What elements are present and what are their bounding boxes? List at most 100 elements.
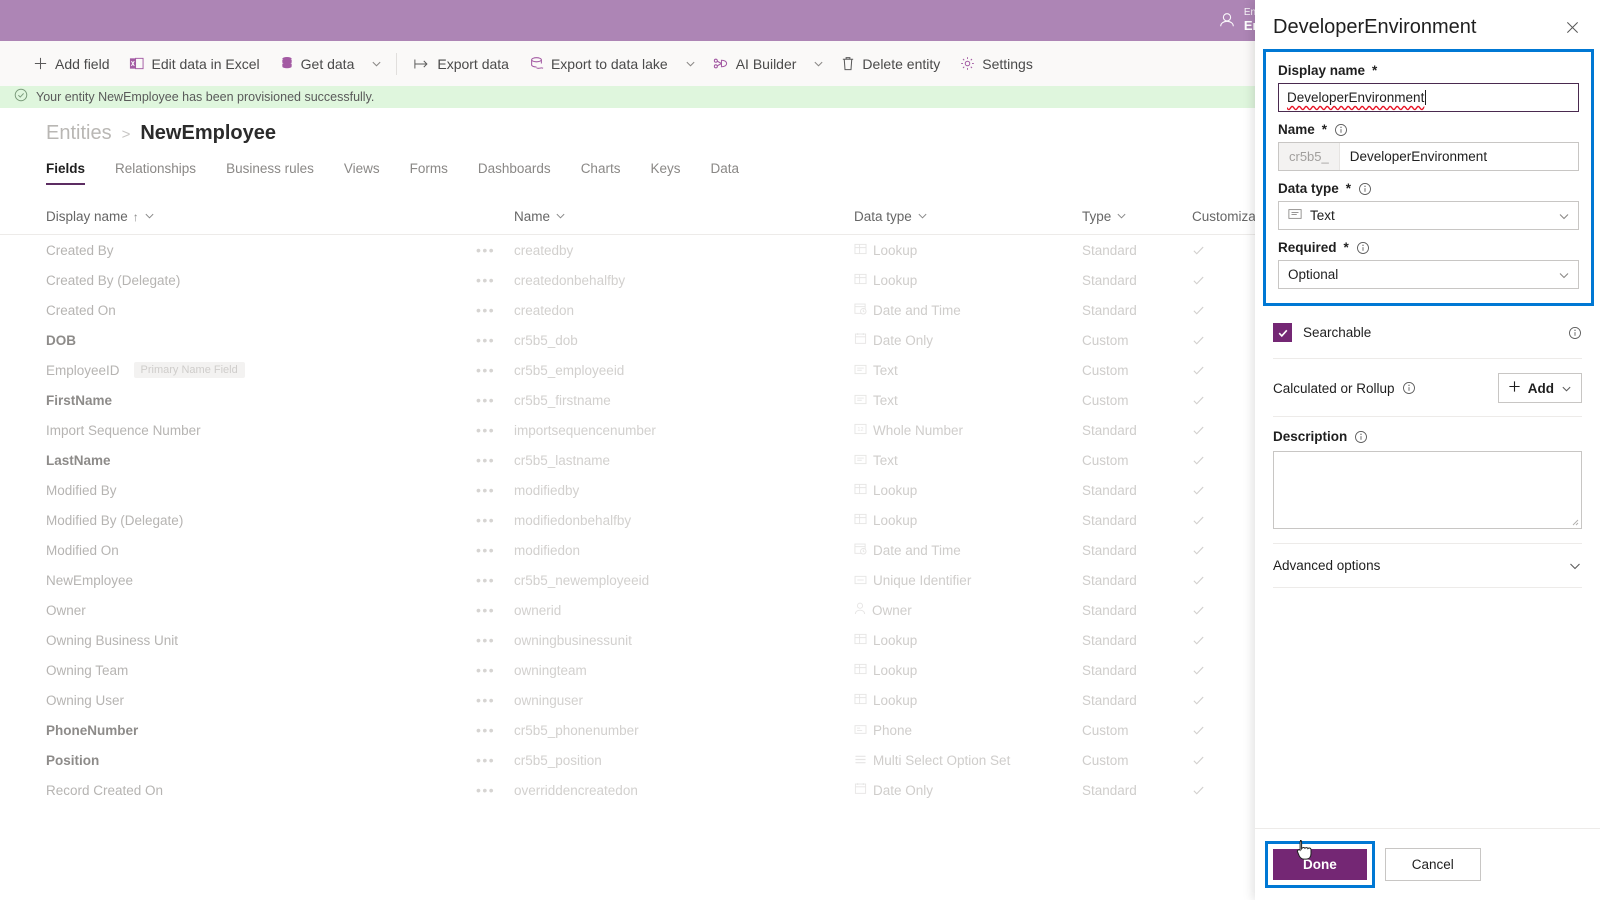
tab-views[interactable]: Views bbox=[344, 161, 380, 185]
row-more-options-icon[interactable]: ••• bbox=[476, 302, 514, 318]
cell-type: Custom bbox=[1082, 453, 1192, 468]
tab-business-rules[interactable]: Business rules bbox=[226, 161, 314, 185]
data-type-info-icon[interactable] bbox=[1358, 182, 1372, 196]
description-label: Description bbox=[1273, 429, 1582, 444]
get-data-label: Get data bbox=[301, 56, 355, 72]
primary-field-settings-group: Display name * DeveloperEnvironment Name… bbox=[1263, 49, 1594, 306]
name-chevron-down-icon[interactable] bbox=[555, 209, 566, 224]
cell-data-type-text: Lookup bbox=[873, 663, 917, 678]
cell-data-type: Lookup bbox=[854, 273, 1082, 288]
column-header-display-name[interactable]: Display name ↑ bbox=[46, 209, 476, 224]
data-type-chevron-down-icon[interactable] bbox=[1558, 210, 1570, 222]
resize-grip-icon[interactable] bbox=[1569, 516, 1579, 526]
settings-button[interactable]: Settings bbox=[951, 50, 1042, 78]
delete-entity-button[interactable]: Delete entity bbox=[832, 50, 949, 78]
ai-builder-chevron-down-icon[interactable] bbox=[807, 52, 830, 75]
data-type-chevron-down-icon[interactable] bbox=[917, 209, 928, 224]
row-more-options-icon[interactable]: ••• bbox=[476, 572, 514, 588]
check-icon bbox=[1192, 394, 1205, 407]
name-info-icon[interactable] bbox=[1334, 123, 1348, 137]
cell-type: Standard bbox=[1082, 573, 1192, 588]
tab-charts[interactable]: Charts bbox=[581, 161, 621, 185]
tab-data[interactable]: Data bbox=[710, 161, 739, 185]
export-to-data-lake-button[interactable]: Export to data lake bbox=[520, 50, 677, 78]
edit-data-in-excel-button[interactable]: Edit data in Excel bbox=[120, 50, 268, 78]
done-button[interactable]: Done bbox=[1273, 849, 1367, 880]
cell-data-type: Date Only bbox=[854, 332, 1082, 348]
row-more-options-icon[interactable]: ••• bbox=[476, 782, 514, 798]
row-more-options-icon[interactable]: ••• bbox=[476, 242, 514, 258]
cell-data-type: Lookup bbox=[854, 513, 1082, 528]
calculated-or-rollup-info-icon[interactable] bbox=[1402, 381, 1416, 395]
ai-builder-button[interactable]: AI Builder bbox=[704, 50, 806, 78]
column-header-type[interactable]: Type bbox=[1082, 209, 1192, 224]
row-more-options-icon[interactable]: ••• bbox=[476, 542, 514, 558]
close-icon[interactable] bbox=[1561, 16, 1584, 39]
date-only-icon bbox=[854, 332, 867, 348]
required-chevron-down-icon[interactable] bbox=[1558, 269, 1570, 281]
success-banner-text: Your entity NewEmployee has been provisi… bbox=[36, 90, 374, 104]
cell-name: modifiedon bbox=[514, 543, 854, 558]
row-more-options-icon[interactable]: ••• bbox=[476, 452, 514, 468]
advanced-options-label: Advanced options bbox=[1273, 558, 1380, 573]
tab-fields[interactable]: Fields bbox=[46, 161, 85, 185]
required-value: Optional bbox=[1288, 267, 1338, 282]
advanced-options-chevron-down-icon[interactable] bbox=[1568, 559, 1582, 573]
row-more-options-icon[interactable]: ••• bbox=[476, 512, 514, 528]
cell-display-name-text: Created On bbox=[46, 303, 116, 318]
searchable-info-icon[interactable] bbox=[1568, 326, 1582, 340]
description-textarea[interactable] bbox=[1273, 451, 1582, 529]
text-icon bbox=[854, 393, 867, 408]
breadcrumb-entities-link[interactable]: Entities bbox=[46, 122, 112, 145]
description-info-icon[interactable] bbox=[1354, 430, 1368, 444]
column-header-data-type[interactable]: Data type bbox=[854, 209, 1082, 224]
row-more-options-icon[interactable]: ••• bbox=[476, 362, 514, 378]
cancel-button[interactable]: Cancel bbox=[1385, 848, 1481, 881]
row-more-options-icon[interactable]: ••• bbox=[476, 272, 514, 288]
cell-data-type-text: Lookup bbox=[873, 243, 917, 258]
display-name-input[interactable]: DeveloperEnvironment bbox=[1278, 83, 1579, 112]
cell-data-type: Unique Identifier bbox=[854, 573, 1082, 588]
required-dropdown[interactable]: Optional bbox=[1278, 260, 1579, 289]
edit-data-in-excel-label: Edit data in Excel bbox=[151, 56, 259, 72]
required-label-text: Required bbox=[1278, 240, 1337, 255]
add-field-button[interactable]: Add field bbox=[24, 50, 118, 78]
row-more-options-icon[interactable]: ••• bbox=[476, 602, 514, 618]
cell-name: ownerid bbox=[514, 603, 854, 618]
required-info-icon[interactable] bbox=[1356, 241, 1370, 255]
tab-dashboards[interactable]: Dashboards bbox=[478, 161, 551, 185]
data-type-dropdown[interactable]: Text bbox=[1278, 201, 1579, 230]
add-calculated-rollup-button[interactable]: Add bbox=[1498, 373, 1582, 403]
tab-forms[interactable]: Forms bbox=[410, 161, 448, 185]
export-data-lake-chevron-down-icon[interactable] bbox=[679, 52, 702, 75]
row-more-options-icon[interactable]: ••• bbox=[476, 422, 514, 438]
divider-4 bbox=[1273, 587, 1582, 588]
cell-type: Custom bbox=[1082, 723, 1192, 738]
advanced-options-toggle[interactable]: Advanced options bbox=[1273, 544, 1582, 587]
row-more-options-icon[interactable]: ••• bbox=[476, 632, 514, 648]
display-name-chevron-down-icon[interactable] bbox=[144, 209, 155, 224]
cell-name: owninguser bbox=[514, 693, 854, 708]
check-icon bbox=[1192, 484, 1205, 497]
export-data-button[interactable]: Export data bbox=[405, 50, 518, 78]
data-type-required-mark: * bbox=[1346, 181, 1351, 196]
row-more-options-icon[interactable]: ••• bbox=[476, 752, 514, 768]
get-data-button[interactable]: Get data bbox=[271, 50, 364, 78]
row-more-options-icon[interactable]: ••• bbox=[476, 692, 514, 708]
get-data-chevron-down-icon[interactable] bbox=[365, 52, 388, 75]
row-more-options-icon[interactable]: ••• bbox=[476, 332, 514, 348]
cell-name: overriddencreatedon bbox=[514, 783, 854, 798]
column-header-name[interactable]: Name bbox=[514, 209, 854, 224]
cell-display-name: NewEmployee bbox=[46, 573, 476, 588]
row-more-options-icon[interactable]: ••• bbox=[476, 722, 514, 738]
row-more-options-icon[interactable]: ••• bbox=[476, 392, 514, 408]
row-more-options-icon[interactable]: ••• bbox=[476, 482, 514, 498]
tab-keys[interactable]: Keys bbox=[650, 161, 680, 185]
type-chevron-down-icon[interactable] bbox=[1116, 209, 1127, 224]
name-input-group[interactable]: cr5b5_ DeveloperEnvironment bbox=[1278, 142, 1579, 171]
tab-relationships[interactable]: Relationships bbox=[115, 161, 196, 185]
searchable-checkbox[interactable] bbox=[1273, 323, 1292, 342]
add-chevron-down-icon[interactable] bbox=[1561, 383, 1572, 394]
check-icon bbox=[1192, 544, 1205, 557]
row-more-options-icon[interactable]: ••• bbox=[476, 662, 514, 678]
